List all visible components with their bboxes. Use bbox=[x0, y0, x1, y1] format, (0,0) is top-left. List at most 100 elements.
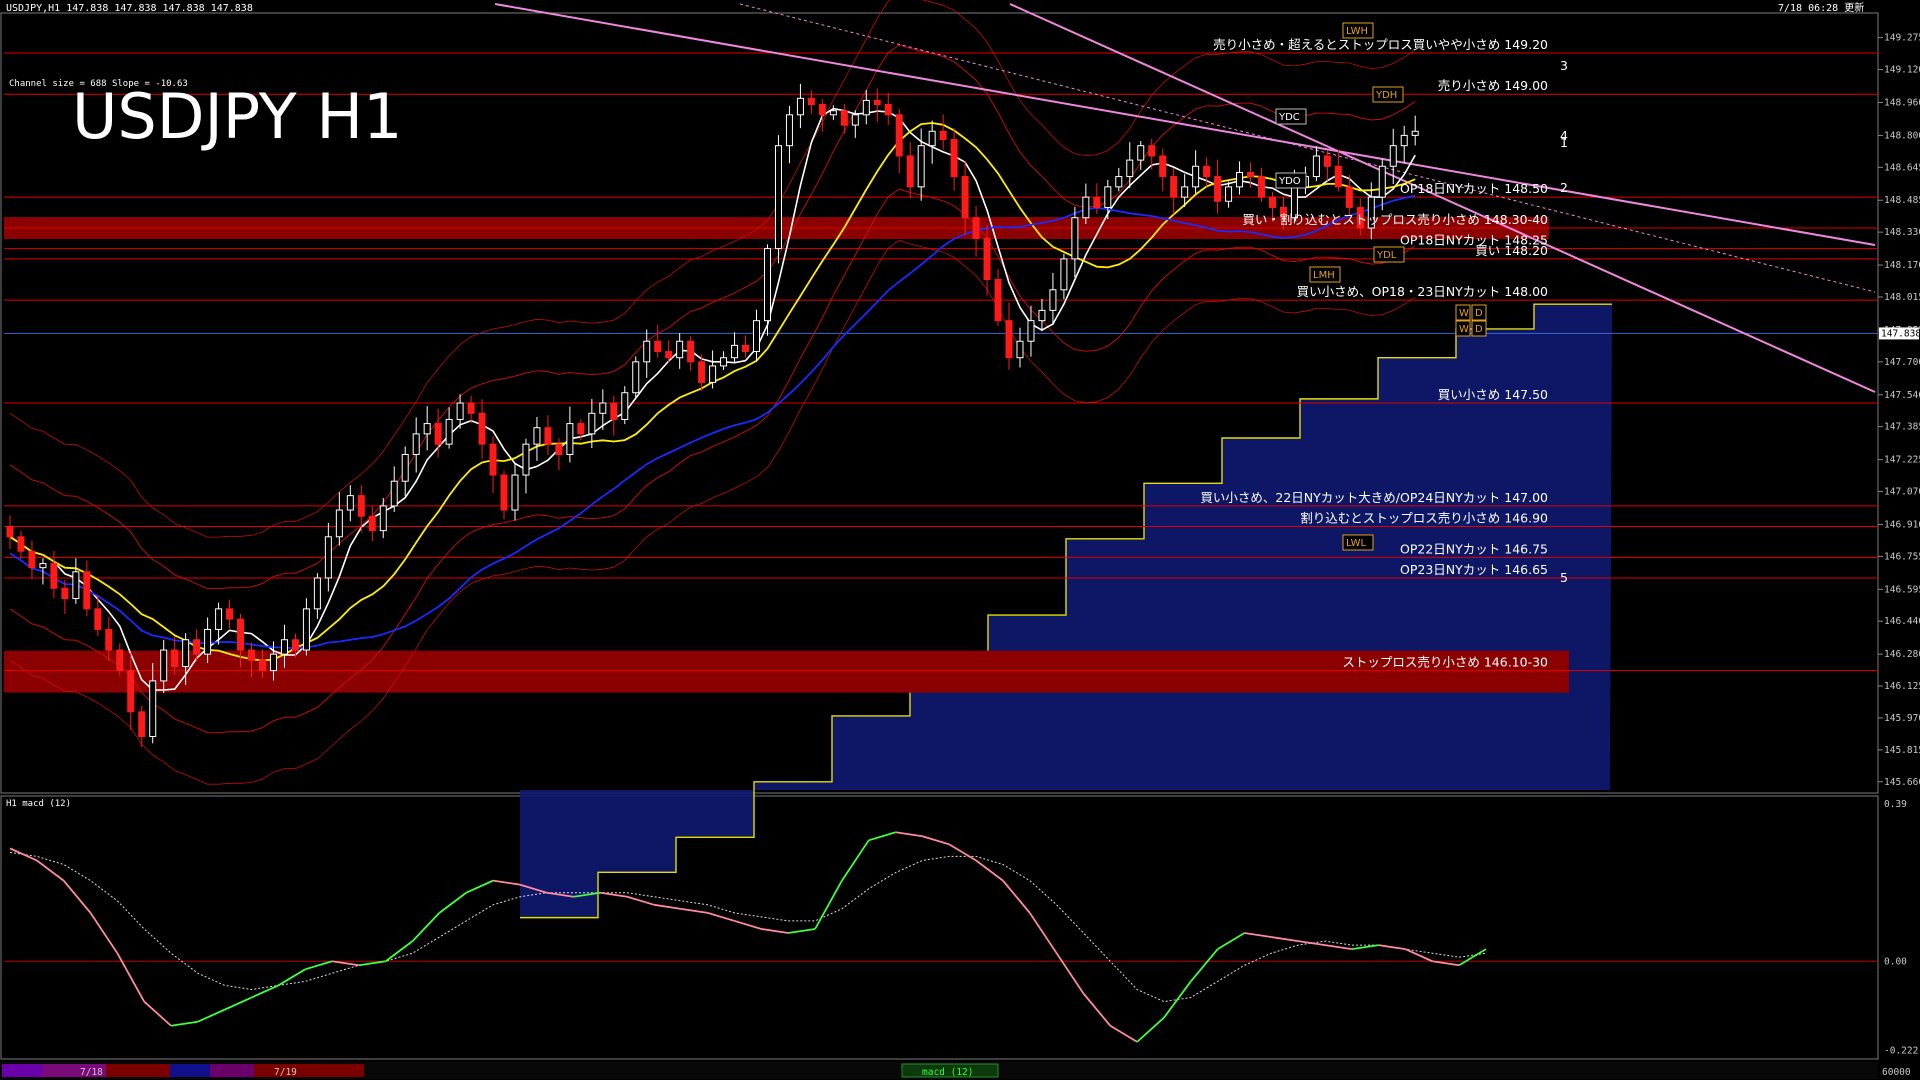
macd-y-tick-label: -0.222 bbox=[1884, 1046, 1918, 1057]
macd-y-tick-label: 0.39 bbox=[1884, 799, 1907, 810]
candle-body bbox=[709, 365, 717, 383]
channel-number: 3 bbox=[1560, 58, 1568, 73]
badge-label: YDO bbox=[1278, 176, 1301, 187]
level-label: OP23日NYカット 146.65 bbox=[1400, 562, 1548, 577]
symbol-header: USDJPY,H1 147.838 147.838 147.838 147.83… bbox=[6, 3, 253, 14]
y-tick-label: 148.015 bbox=[1884, 292, 1920, 303]
candle-body bbox=[807, 97, 815, 106]
candle-body bbox=[423, 423, 431, 435]
candle-body bbox=[17, 536, 25, 552]
candle-body bbox=[258, 659, 266, 672]
candle-body bbox=[1312, 155, 1320, 178]
y-tick-label: 145.815 bbox=[1884, 745, 1920, 756]
y-tick-label: 146.125 bbox=[1884, 681, 1920, 692]
candle-body bbox=[160, 649, 168, 682]
candle-body bbox=[1334, 165, 1342, 188]
updated-timestamp: 7/18 06:28 更新 bbox=[1778, 1, 1864, 14]
candle-body bbox=[390, 480, 398, 507]
candle-body bbox=[1104, 186, 1112, 208]
candle-body bbox=[1214, 176, 1222, 202]
candle-body bbox=[1027, 320, 1035, 342]
candle-body bbox=[50, 563, 58, 589]
badge-label: W bbox=[1459, 308, 1469, 319]
y-tick-label: 147.540 bbox=[1884, 390, 1920, 401]
candle-body bbox=[1148, 145, 1156, 157]
candle-body bbox=[313, 577, 321, 610]
candle-body bbox=[676, 340, 684, 359]
y-tick-label: 147.385 bbox=[1884, 422, 1920, 433]
y-tick-label: 148.645 bbox=[1884, 162, 1920, 173]
candle-body bbox=[335, 509, 343, 538]
candle-body bbox=[1115, 176, 1123, 188]
candle-body bbox=[1192, 165, 1200, 188]
candle-body bbox=[346, 495, 354, 511]
candle-body bbox=[226, 608, 234, 620]
candle-body bbox=[720, 357, 728, 367]
y-tick-label: 146.440 bbox=[1884, 616, 1920, 627]
candle-body bbox=[1236, 171, 1244, 188]
candle-body bbox=[368, 515, 376, 532]
candle-body bbox=[522, 443, 530, 476]
level-label: 買い 148.20 bbox=[1475, 243, 1548, 258]
candle-body bbox=[555, 443, 563, 455]
y-tick-label: 149.120 bbox=[1884, 65, 1920, 76]
candle-body bbox=[1378, 165, 1386, 198]
level-label: 売り小さめ・超えるとストップロス買いやや小さめ 149.20 bbox=[1213, 37, 1548, 52]
candle-body bbox=[774, 145, 782, 250]
candle-body bbox=[785, 114, 793, 147]
candle-body bbox=[215, 608, 223, 630]
candle-body bbox=[829, 110, 837, 116]
y-tick-label: 147.070 bbox=[1884, 487, 1920, 498]
candle-body bbox=[1268, 196, 1276, 208]
channel-number: 1 bbox=[1560, 135, 1568, 150]
candle-body bbox=[1400, 134, 1408, 147]
candle-body bbox=[1225, 186, 1233, 202]
candle-body bbox=[280, 639, 288, 655]
badge-label: LWL bbox=[1346, 538, 1367, 549]
candle-body bbox=[83, 571, 91, 610]
candle-body bbox=[116, 649, 124, 672]
candle-body bbox=[972, 217, 980, 239]
candle-body bbox=[1126, 159, 1134, 178]
candle-body bbox=[862, 99, 870, 116]
y-tick-label: 146.910 bbox=[1884, 519, 1920, 530]
chart-title: USDJPY H1 bbox=[72, 80, 402, 153]
candle-body bbox=[1016, 340, 1024, 359]
candle-body bbox=[533, 427, 541, 445]
candle-body bbox=[1093, 196, 1101, 208]
candle-body bbox=[1137, 145, 1145, 161]
candle-body bbox=[1082, 196, 1090, 219]
level-label: ストップロス売り小さめ 146.10-30 bbox=[1342, 655, 1548, 670]
badge-label: YDL bbox=[1376, 250, 1397, 261]
level-label: 買い・割り込むとストップロス売り小さめ 148.30-40 bbox=[1242, 212, 1548, 227]
candle-body bbox=[6, 526, 14, 538]
candle-body bbox=[895, 114, 903, 157]
y-tick-label: 146.755 bbox=[1884, 551, 1920, 562]
badge-label: LWH bbox=[1346, 26, 1368, 37]
candle-body bbox=[687, 340, 695, 363]
candle-body bbox=[500, 474, 508, 511]
y-tick-label: 146.280 bbox=[1884, 649, 1920, 660]
candle-body bbox=[1170, 176, 1178, 198]
badge-label: W bbox=[1459, 324, 1469, 335]
candle-body bbox=[1071, 217, 1079, 260]
level-label: 割り込むとストップロス売り小さめ 146.90 bbox=[1300, 511, 1548, 526]
date-label-7-19: 7/19 bbox=[274, 1067, 297, 1078]
candle-body bbox=[182, 639, 190, 667]
y-tick-label: 147.225 bbox=[1884, 455, 1920, 466]
candle-body bbox=[851, 114, 859, 126]
macd-legend-label: macd (12) bbox=[922, 1067, 973, 1078]
date-label-7-18: 7/18 bbox=[80, 1067, 103, 1078]
usdjpy-h1-chart: 売り小さめ・超えるとストップロス買いやや小さめ 149.20 売り小さめ 149.… bbox=[0, 0, 1920, 1080]
candle-body bbox=[610, 402, 618, 420]
candle-body bbox=[456, 402, 464, 420]
channel-number: 2 bbox=[1560, 180, 1568, 195]
candle-body bbox=[950, 139, 958, 178]
y-tick-label: 148.960 bbox=[1884, 97, 1920, 108]
candle-body bbox=[588, 412, 596, 435]
candle-body bbox=[248, 649, 256, 661]
candle-body bbox=[873, 99, 881, 106]
candle-body bbox=[1181, 186, 1189, 198]
candle-body bbox=[917, 145, 925, 188]
candle-body bbox=[632, 361, 640, 394]
